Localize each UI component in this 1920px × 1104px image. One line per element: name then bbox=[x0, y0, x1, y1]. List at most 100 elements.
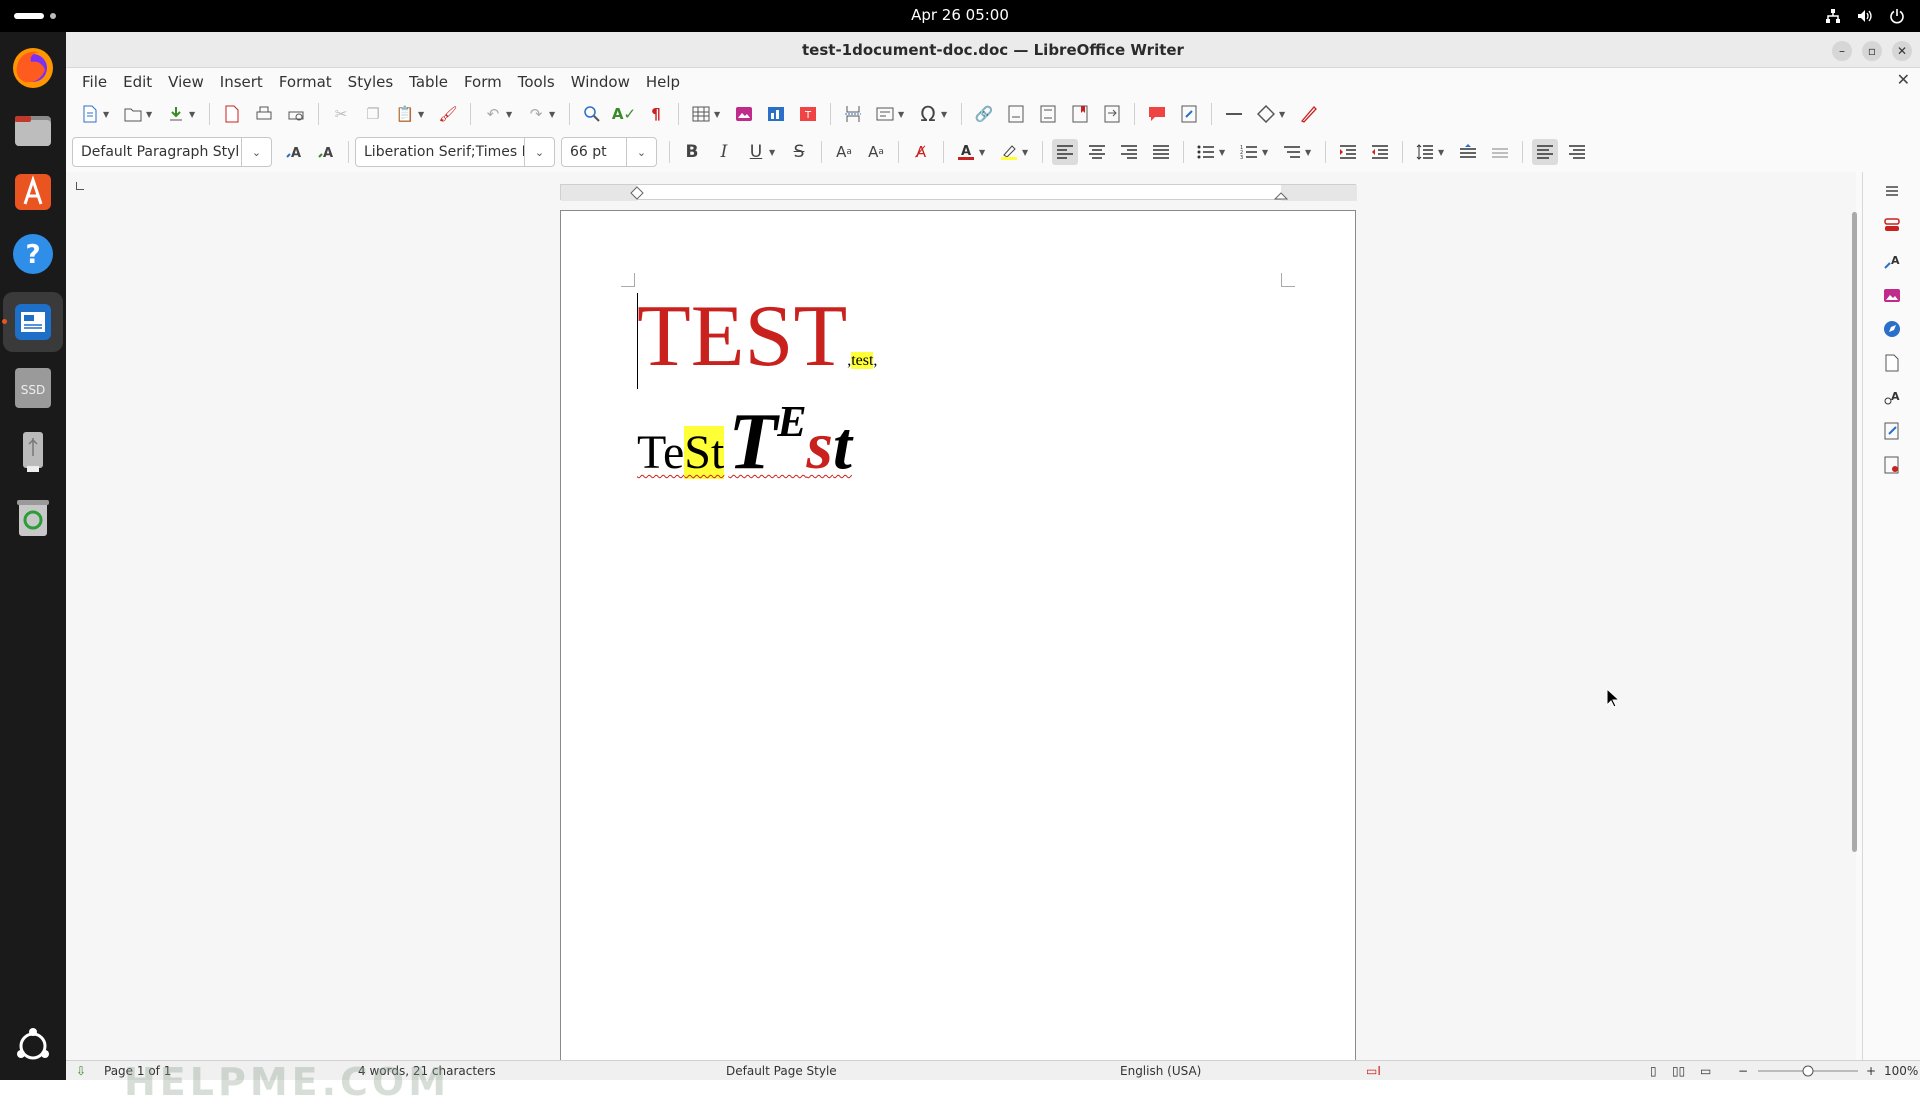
bold-icon[interactable]: B bbox=[679, 139, 705, 165]
new-document-icon[interactable] bbox=[77, 101, 103, 127]
system-clock[interactable]: Apr 26 05:00 bbox=[0, 0, 1920, 30]
properties-icon[interactable] bbox=[1881, 214, 1903, 236]
font-name-value[interactable]: Liberation Serif;Times Ne bbox=[356, 144, 524, 160]
field-dropdown-icon[interactable]: ▼ bbox=[898, 110, 908, 119]
superscript-icon[interactable]: Aa bbox=[831, 139, 857, 165]
new-style-icon[interactable]: A bbox=[313, 139, 339, 165]
insert-line-icon[interactable] bbox=[1221, 101, 1247, 127]
save-dropdown-icon[interactable]: ▼ bbox=[189, 110, 199, 119]
text-run-small[interactable]: ,test, bbox=[847, 352, 877, 369]
redo-dropdown-icon[interactable]: ▼ bbox=[549, 110, 559, 119]
decrease-indent-icon[interactable] bbox=[1367, 139, 1393, 165]
zoom-out-icon[interactable]: − bbox=[1738, 1061, 1748, 1081]
highlight-color-icon[interactable] bbox=[996, 139, 1022, 165]
text-run-test-red[interactable]: TEST bbox=[637, 288, 847, 385]
decrease-paragraph-spacing-icon[interactable] bbox=[1487, 139, 1513, 165]
insert-mode-icon[interactable]: ▭I bbox=[1366, 1061, 1381, 1081]
bookmark-icon[interactable] bbox=[1067, 101, 1093, 127]
align-right-icon[interactable] bbox=[1116, 139, 1142, 165]
tab-stop-selector[interactable] bbox=[76, 182, 84, 190]
menu-window[interactable]: Window bbox=[563, 68, 638, 96]
endnote-icon[interactable] bbox=[1035, 101, 1061, 127]
justify-icon[interactable] bbox=[1148, 139, 1174, 165]
menu-help[interactable]: Help bbox=[638, 68, 688, 96]
sidebar-menu-icon[interactable] bbox=[1881, 180, 1903, 202]
trash-icon[interactable] bbox=[9, 492, 57, 540]
menu-table[interactable]: Table bbox=[401, 68, 456, 96]
usb-drive-icon[interactable] bbox=[9, 426, 57, 474]
font-name-combo[interactable]: Liberation Serif;Times Ne ⌄ bbox=[355, 137, 555, 167]
underline-dropdown-icon[interactable]: ▼ bbox=[769, 148, 779, 157]
special-character-icon[interactable]: Ω bbox=[915, 101, 941, 127]
comment-icon[interactable] bbox=[1144, 101, 1170, 127]
paragraph-1[interactable]: TEST,test, bbox=[637, 293, 877, 381]
outline-list-icon[interactable] bbox=[1279, 139, 1305, 165]
hyperlink-icon[interactable]: 🔗 bbox=[971, 101, 997, 127]
zoom-slider[interactable] bbox=[1756, 1061, 1860, 1087]
paragraph-style-value[interactable]: Default Paragraph Styl bbox=[73, 144, 241, 160]
chevron-down-icon[interactable]: ⌄ bbox=[626, 138, 656, 166]
strikethrough-icon[interactable]: S bbox=[786, 139, 812, 165]
update-style-icon[interactable]: A bbox=[281, 139, 307, 165]
maximize-button[interactable]: ▫ bbox=[1862, 41, 1882, 61]
cross-reference-icon[interactable] bbox=[1099, 101, 1125, 127]
style-inspector-icon[interactable]: A bbox=[1881, 386, 1903, 408]
menu-edit[interactable]: Edit bbox=[115, 68, 160, 96]
open-dropdown-icon[interactable]: ▼ bbox=[146, 110, 156, 119]
zoom-in-icon[interactable]: + bbox=[1866, 1061, 1876, 1081]
document-page[interactable]: TEST,test, TeSt TEst bbox=[560, 210, 1356, 1070]
clear-formatting-icon[interactable]: A̸ bbox=[908, 139, 934, 165]
spelling-icon[interactable]: A✓ bbox=[611, 101, 637, 127]
subscript-icon[interactable]: Aa bbox=[863, 139, 889, 165]
find-replace-icon[interactable] bbox=[579, 101, 605, 127]
system-tray[interactable] bbox=[1824, 0, 1906, 32]
font-size-combo[interactable]: 66 pt ⌄ bbox=[561, 137, 657, 167]
highlight-dropdown-icon[interactable]: ▼ bbox=[1022, 148, 1032, 157]
menu-styles[interactable]: Styles bbox=[340, 68, 402, 96]
chevron-down-icon[interactable]: ⌄ bbox=[241, 138, 271, 166]
print-icon[interactable] bbox=[251, 101, 277, 127]
increase-paragraph-spacing-icon[interactable] bbox=[1455, 139, 1481, 165]
right-to-left-icon[interactable] bbox=[1564, 139, 1590, 165]
text-run-test-mixed[interactable]: TeSt bbox=[637, 426, 725, 479]
undo-icon[interactable]: ↶ bbox=[480, 101, 506, 127]
new-dropdown-icon[interactable]: ▼ bbox=[103, 110, 113, 119]
clone-formatting-icon[interactable]: 🖌 bbox=[435, 101, 461, 127]
menu-form[interactable]: Form bbox=[456, 68, 510, 96]
formatting-marks-icon[interactable]: ¶ bbox=[643, 101, 669, 127]
menu-tools[interactable]: Tools bbox=[510, 68, 563, 96]
save-status-icon[interactable]: ⇩ bbox=[76, 1061, 86, 1081]
minimize-button[interactable]: – bbox=[1832, 41, 1852, 61]
vertical-scrollbar-thumb[interactable] bbox=[1852, 212, 1857, 852]
firefox-icon[interactable] bbox=[9, 44, 57, 92]
horizontal-ruler[interactable] bbox=[560, 184, 1357, 201]
redo-icon[interactable]: ↷ bbox=[523, 101, 549, 127]
insert-textbox-icon[interactable]: T bbox=[795, 101, 821, 127]
align-center-icon[interactable] bbox=[1084, 139, 1110, 165]
unordered-list-icon[interactable] bbox=[1193, 139, 1219, 165]
manage-changes-icon[interactable] bbox=[1881, 420, 1903, 442]
page-break-icon[interactable] bbox=[840, 101, 866, 127]
paragraph-style-combo[interactable]: Default Paragraph Styl ⌄ bbox=[72, 137, 272, 167]
design-icon[interactable] bbox=[1881, 454, 1903, 476]
menu-insert[interactable]: Insert bbox=[212, 68, 271, 96]
menu-format[interactable]: Format bbox=[271, 68, 340, 96]
volume-icon[interactable] bbox=[1856, 7, 1874, 25]
network-icon[interactable] bbox=[1824, 7, 1842, 25]
close-document-icon[interactable]: ✕ bbox=[1897, 70, 1910, 89]
print-preview-icon[interactable] bbox=[283, 101, 309, 127]
special-char-dropdown-icon[interactable]: ▼ bbox=[941, 110, 951, 119]
shapes-dropdown-icon[interactable]: ▼ bbox=[1279, 110, 1289, 119]
table-dropdown-icon[interactable]: ▼ bbox=[714, 110, 724, 119]
save-icon[interactable] bbox=[163, 101, 189, 127]
track-changes-icon[interactable] bbox=[1176, 101, 1202, 127]
increase-indent-icon[interactable] bbox=[1335, 139, 1361, 165]
page-style-status[interactable]: Default Page Style bbox=[726, 1061, 837, 1081]
insert-chart-icon[interactable] bbox=[763, 101, 789, 127]
chevron-down-icon[interactable]: ⌄ bbox=[524, 138, 554, 166]
ordered-list-dropdown-icon[interactable]: ▼ bbox=[1262, 148, 1272, 157]
font-color-icon[interactable]: A bbox=[953, 139, 979, 165]
software-store-icon[interactable] bbox=[9, 168, 57, 216]
paste-icon[interactable]: 📋 bbox=[392, 101, 418, 127]
unordered-list-dropdown-icon[interactable]: ▼ bbox=[1219, 148, 1229, 157]
